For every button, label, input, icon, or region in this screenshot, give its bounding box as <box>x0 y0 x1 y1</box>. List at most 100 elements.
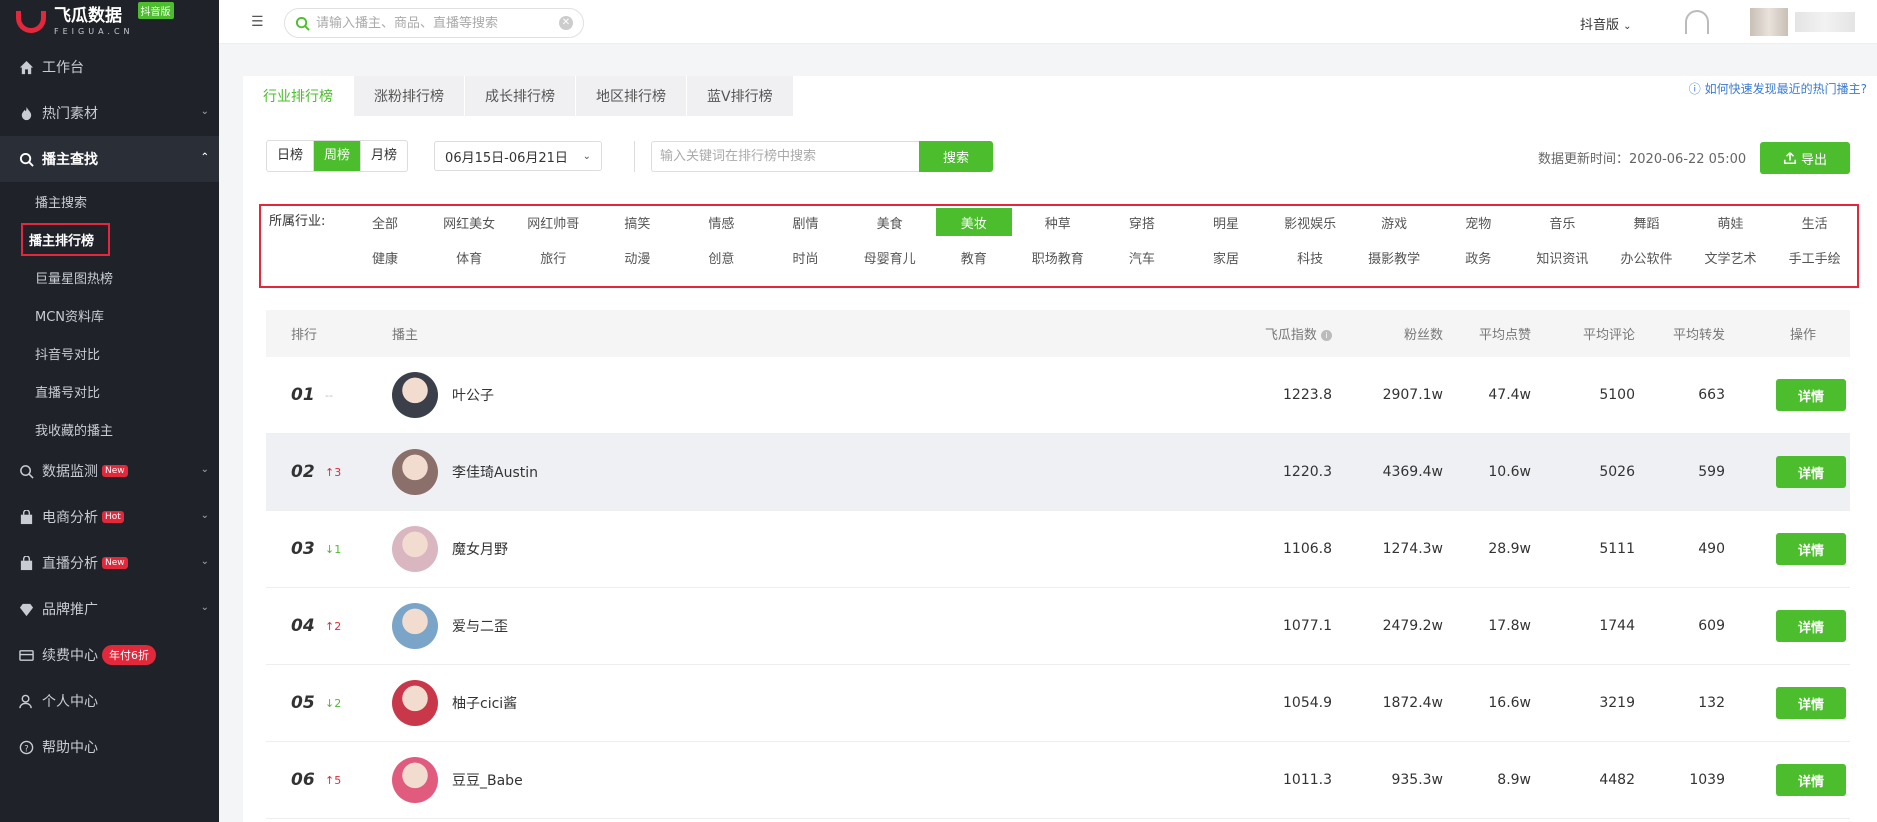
avatar[interactable] <box>392 526 438 572</box>
col-index[interactable]: 飞瓜指数 i <box>1232 324 1332 343</box>
industry-option[interactable]: 政务 <box>1436 243 1520 271</box>
sidebar-item-hot-material[interactable]: 热门素材 ⌄ <box>0 90 219 136</box>
industry-option[interactable]: 家居 <box>1184 243 1268 271</box>
export-button[interactable]: 导出 <box>1760 142 1850 174</box>
sidebar-item-ecommerce[interactable]: 电商分析 Hot ⌄ <box>0 494 219 540</box>
table-row[interactable]: 05 ↓2 柚子cici酱 1054.9 1872.4w 16.6w 3219 132 详情 <box>266 665 1850 742</box>
sidebar-item-live[interactable]: 直播分析 New ⌄ <box>0 540 219 586</box>
submenu-item[interactable]: 播主搜索 <box>0 182 219 220</box>
keyword-search-button[interactable]: 搜索 <box>919 140 994 172</box>
version-switch[interactable]: 抖音版 ⌄ <box>1580 14 1632 33</box>
detail-button[interactable]: 详情 <box>1776 379 1846 411</box>
detail-button[interactable]: 详情 <box>1776 610 1846 642</box>
logo[interactable]: 飞瓜数据 FEIGUA.CN 抖音版 <box>0 0 219 44</box>
table-row[interactable]: 04 ↑2 爱与二歪 1077.1 2479.2w 17.8w 1744 609 详情 <box>266 588 1850 665</box>
host-name[interactable]: 李佳琦Austin <box>452 462 538 482</box>
col-comments[interactable]: 平均评论 <box>1531 324 1635 343</box>
avatar[interactable] <box>392 757 438 803</box>
industry-option[interactable]: 游戏 <box>1352 208 1436 236</box>
tab-fans-growth[interactable]: 涨粉排行榜 <box>354 76 465 116</box>
host-name[interactable]: 叶公子 <box>452 385 494 405</box>
industry-option[interactable]: 宠物 <box>1436 208 1520 236</box>
col-likes[interactable]: 平均点赞 <box>1443 324 1531 343</box>
industry-option[interactable]: 网红美女 <box>427 208 511 236</box>
industry-option[interactable]: 穿搭 <box>1100 208 1184 236</box>
industry-option[interactable]: 影视娱乐 <box>1268 208 1352 236</box>
industry-option[interactable]: 时尚 <box>763 243 847 271</box>
submenu-item[interactable]: 巨量星图热榜 <box>0 258 219 296</box>
avatar[interactable] <box>392 372 438 418</box>
sidebar-item-monitor[interactable]: 数据监测 New ⌄ <box>0 448 219 494</box>
detail-button[interactable]: 详情 <box>1776 533 1846 565</box>
industry-option[interactable]: 办公软件 <box>1604 243 1688 271</box>
industry-option[interactable]: 生活 <box>1773 208 1857 236</box>
table-row[interactable]: 03 ↓1 魔女月野 1106.8 1274.3w 28.9w 5111 490 详情 <box>266 511 1850 588</box>
table-row[interactable]: 01 -- 叶公子 1223.8 2907.1w 47.4w 5100 663 详情 <box>266 357 1850 434</box>
host-cell[interactable]: 豆豆_Babe <box>392 757 1232 803</box>
sidebar-item-profile[interactable]: 个人中心 <box>0 678 219 724</box>
submenu-item[interactable]: 我收藏的播主 <box>0 410 219 448</box>
user-name[interactable] <box>1795 12 1855 32</box>
sidebar-item-workbench[interactable]: 工作台 <box>0 44 219 90</box>
col-fans[interactable]: 粉丝数 <box>1332 324 1443 343</box>
industry-option[interactable]: 网红帅哥 <box>511 208 595 236</box>
industry-option[interactable]: 母婴育儿 <box>848 243 932 271</box>
industry-option[interactable]: 搞笑 <box>595 208 679 236</box>
tab-growth[interactable]: 成长排行榜 <box>465 76 576 116</box>
tab-bluev[interactable]: 蓝V排行榜 <box>687 76 794 116</box>
industry-option[interactable]: 文学艺术 <box>1689 243 1773 271</box>
sidebar-item-brand[interactable]: 品牌推广 ⌄ <box>0 586 219 632</box>
info-icon[interactable]: i <box>1321 330 1332 341</box>
industry-option[interactable]: 情感 <box>679 208 763 236</box>
period-week[interactable]: 周榜 <box>314 141 362 171</box>
sidebar-item-host-search[interactable]: 播主查找 ⌃ <box>0 136 219 182</box>
tab-region[interactable]: 地区排行榜 <box>576 76 687 116</box>
date-range-select[interactable]: 06月15日-06月21日 ⌄ <box>434 141 603 171</box>
headset-icon[interactable] <box>1685 10 1709 34</box>
keyword-input[interactable] <box>651 140 920 172</box>
host-name[interactable]: 爱与二歪 <box>452 616 508 636</box>
industry-option[interactable]: 种草 <box>1016 208 1100 236</box>
industry-option[interactable]: 创意 <box>679 243 763 271</box>
avatar[interactable] <box>392 603 438 649</box>
global-search-input[interactable] <box>316 15 559 31</box>
industry-option[interactable]: 舞蹈 <box>1604 208 1688 236</box>
host-cell[interactable]: 爱与二歪 <box>392 603 1232 649</box>
sidebar-item-renewal[interactable]: 续费中心 年付6折 <box>0 632 219 678</box>
avatar[interactable] <box>392 680 438 726</box>
industry-option[interactable]: 动漫 <box>595 243 679 271</box>
tab-industry[interactable]: 行业排行榜 <box>243 76 354 116</box>
industry-option[interactable]: 全部 <box>343 208 427 236</box>
industry-option[interactable]: 知识资讯 <box>1520 243 1604 271</box>
table-row[interactable]: 02 ↑3 李佳琦Austin 1220.3 4369.4w 10.6w 5026 599 详情 <box>266 434 1850 511</box>
user-avatar[interactable] <box>1750 8 1788 36</box>
avatar[interactable] <box>392 449 438 495</box>
industry-option[interactable]: 手工手绘 <box>1773 243 1857 271</box>
industry-option[interactable]: 汽车 <box>1100 243 1184 271</box>
industry-option[interactable]: 明星 <box>1184 208 1268 236</box>
detail-button[interactable]: 详情 <box>1776 687 1846 719</box>
industry-option[interactable]: 美食 <box>848 208 932 236</box>
host-name[interactable]: 柚子cici酱 <box>452 693 517 713</box>
industry-option[interactable]: 教育 <box>932 243 1016 271</box>
industry-option[interactable]: 科技 <box>1268 243 1352 271</box>
detail-button[interactable]: 详情 <box>1776 456 1846 488</box>
menu-toggle-icon[interactable]: ☰ <box>251 14 264 30</box>
industry-option[interactable]: 萌娃 <box>1689 208 1773 236</box>
industry-option[interactable]: 剧情 <box>763 208 847 236</box>
period-month[interactable]: 月榜 <box>361 141 407 171</box>
industry-option[interactable]: 摄影教学 <box>1352 243 1436 271</box>
submenu-item[interactable]: 直播号对比 <box>0 372 219 410</box>
submenu-item-current[interactable]: 播主排行榜 <box>0 220 219 258</box>
host-cell[interactable]: 叶公子 <box>392 372 1232 418</box>
host-cell[interactable]: 李佳琦Austin <box>392 449 1232 495</box>
industry-option[interactable]: 职场教育 <box>1016 243 1100 271</box>
industry-option[interactable]: 健康 <box>343 243 427 271</box>
industry-option[interactable]: 音乐 <box>1520 208 1604 236</box>
detail-button[interactable]: 详情 <box>1776 764 1846 796</box>
host-name[interactable]: 豆豆_Babe <box>452 770 523 790</box>
industry-option[interactable]: 旅行 <box>511 243 595 271</box>
industry-option[interactable]: 体育 <box>427 243 511 271</box>
submenu-item[interactable]: 抖音号对比 <box>0 334 219 372</box>
industry-option[interactable]: 美妆 <box>935 208 1012 236</box>
